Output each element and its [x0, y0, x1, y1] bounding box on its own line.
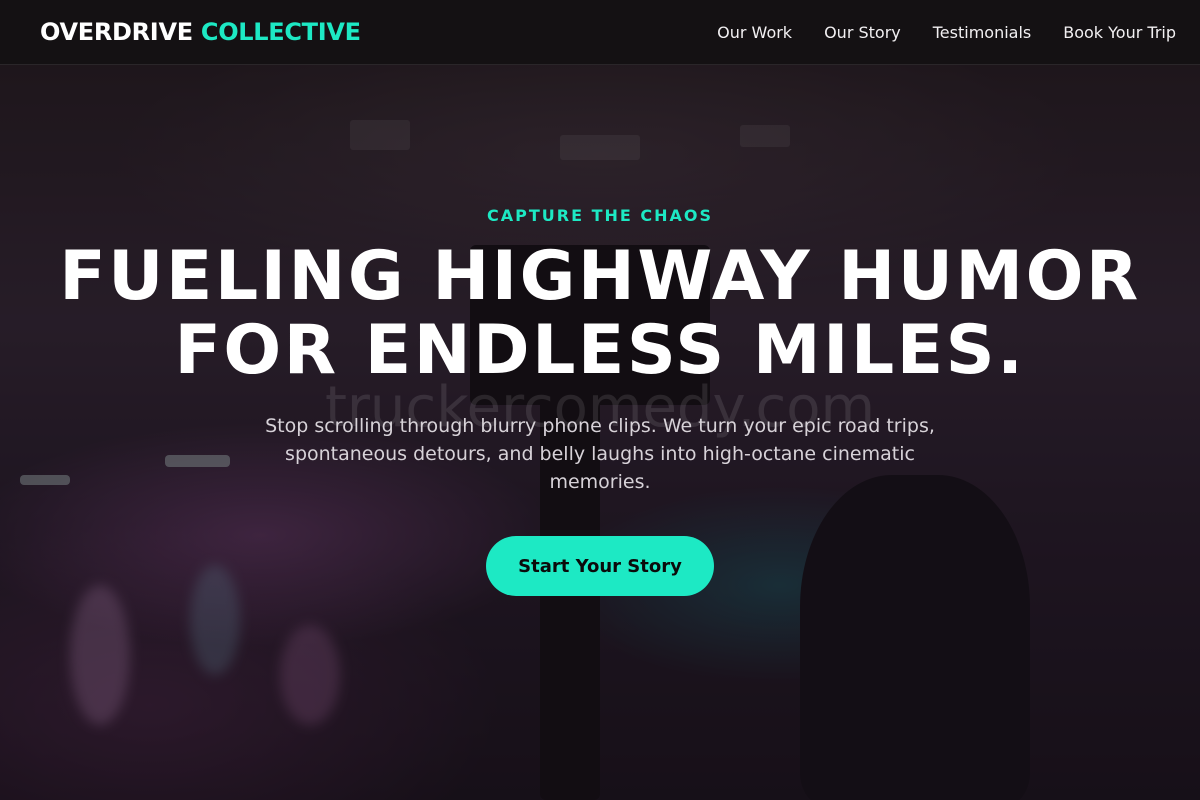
main-nav: Our Work Our Story Testimonials Book You… — [717, 23, 1176, 42]
landing-page: OVERDRIVE COLLECTIVE Our Work Our Story … — [0, 0, 1200, 800]
brand-word-overdrive: OVERDRIVE — [40, 18, 193, 46]
nav-link-our-work[interactable]: Our Work — [717, 23, 792, 42]
hero-section: CAPTURE THE CHAOS FUELING HIGHWAY HUMOR … — [0, 65, 1200, 800]
top-navbar: OVERDRIVE COLLECTIVE Our Work Our Story … — [0, 0, 1200, 65]
start-your-story-button[interactable]: Start Your Story — [486, 536, 714, 596]
nav-link-testimonials[interactable]: Testimonials — [933, 23, 1032, 42]
hero-headline-line-1: FUELING HIGHWAY HUMOR — [59, 237, 1141, 316]
hero-headline-line-2: FOR ENDLESS MILES. — [174, 311, 1026, 390]
brand-word-collective: COLLECTIVE — [200, 18, 361, 46]
nav-link-book-your-trip[interactable]: Book Your Trip — [1063, 23, 1176, 42]
hero-subtitle: Stop scrolling through blurry phone clip… — [265, 415, 935, 493]
hero-headline: FUELING HIGHWAY HUMOR FOR ENDLESS MILES. — [20, 240, 1180, 388]
nav-link-our-story[interactable]: Our Story — [824, 23, 901, 42]
brand-logo[interactable]: OVERDRIVE COLLECTIVE — [40, 18, 361, 46]
hero-eyebrow: CAPTURE THE CHAOS — [486, 206, 714, 225]
